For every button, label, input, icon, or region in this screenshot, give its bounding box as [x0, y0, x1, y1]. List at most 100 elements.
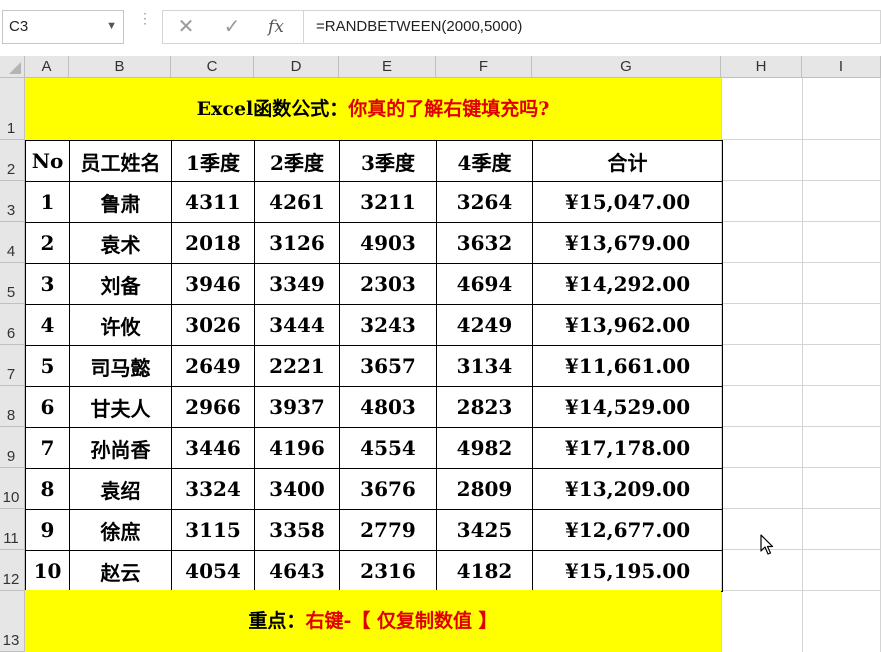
row-header-1[interactable]: 1 [0, 78, 25, 140]
column-header-h[interactable]: H [721, 56, 802, 78]
table-cell[interactable]: 3446 [172, 428, 255, 469]
table-cell[interactable]: 袁绍 [70, 469, 172, 510]
title-banner[interactable]: Excel函数公式：你真的了解右键填充吗? [25, 78, 721, 140]
table-cell[interactable]: 4803 [340, 387, 437, 428]
table-cell[interactable]: 1 [26, 182, 70, 223]
row-header-12[interactable]: 12 [0, 550, 25, 591]
table-cell[interactable]: 10 [26, 551, 70, 592]
header-cell[interactable]: 员工姓名 [70, 141, 172, 182]
header-cell[interactable]: No [26, 141, 70, 182]
table-cell[interactable]: 刘备 [70, 264, 172, 305]
table-cell[interactable]: ¥14,529.00 [533, 387, 723, 428]
table-cell[interactable]: 3026 [172, 305, 255, 346]
table-cell[interactable]: 4249 [437, 305, 533, 346]
table-cell[interactable]: 3243 [340, 305, 437, 346]
table-cell[interactable]: 6 [26, 387, 70, 428]
enter-icon[interactable]: ✓ [215, 14, 249, 40]
table-cell[interactable]: 3349 [255, 264, 340, 305]
row-header-8[interactable]: 8 [0, 386, 25, 427]
table-cell[interactable]: 4261 [255, 182, 340, 223]
table-cell[interactable]: 3425 [437, 510, 533, 551]
header-cell[interactable]: 1季度 [172, 141, 255, 182]
row-header-13[interactable]: 13 [0, 591, 25, 652]
row-header-11[interactable]: 11 [0, 509, 25, 550]
table-cell[interactable]: 4054 [172, 551, 255, 592]
table-cell[interactable]: 2779 [340, 510, 437, 551]
table-cell[interactable]: ¥13,962.00 [533, 305, 723, 346]
table-cell[interactable]: 孙尚香 [70, 428, 172, 469]
table-cell[interactable]: 4903 [340, 223, 437, 264]
table-cell[interactable]: 5 [26, 346, 70, 387]
table-cell[interactable]: 4694 [437, 264, 533, 305]
column-header-c[interactable]: C [171, 56, 254, 78]
row-header-6[interactable]: 6 [0, 304, 25, 345]
table-cell[interactable]: 4182 [437, 551, 533, 592]
formula-input[interactable]: =RANDBETWEEN(2000,5000) [304, 10, 881, 44]
table-cell[interactable]: ¥11,661.00 [533, 346, 723, 387]
table-cell[interactable]: 3264 [437, 182, 533, 223]
table-cell[interactable]: 3211 [340, 182, 437, 223]
table-cell[interactable]: ¥13,679.00 [533, 223, 723, 264]
formula-text[interactable]: =RANDBETWEEN(2000,5000) [316, 18, 522, 35]
name-box[interactable]: C3 ▼ [2, 10, 124, 44]
row-header-3[interactable]: 3 [0, 181, 25, 222]
table-cell[interactable]: 3115 [172, 510, 255, 551]
select-all-icon[interactable] [9, 62, 21, 74]
table-cell[interactable]: 司马懿 [70, 346, 172, 387]
table-cell[interactable]: 袁术 [70, 223, 172, 264]
column-header-a[interactable]: A [25, 56, 69, 78]
table-cell[interactable]: 4643 [255, 551, 340, 592]
table-cell[interactable]: 2966 [172, 387, 255, 428]
table-cell[interactable]: 3324 [172, 469, 255, 510]
table-cell[interactable]: 4311 [172, 182, 255, 223]
cancel-icon[interactable]: ✕ [169, 14, 203, 40]
table-cell[interactable]: 3358 [255, 510, 340, 551]
column-header-b[interactable]: B [69, 56, 171, 78]
table-cell[interactable]: 2221 [255, 346, 340, 387]
row-header-7[interactable]: 7 [0, 345, 25, 386]
header-cell[interactable]: 3季度 [340, 141, 437, 182]
table-cell[interactable]: 2823 [437, 387, 533, 428]
select-all-corner[interactable] [0, 56, 25, 78]
table-cell[interactable]: 3632 [437, 223, 533, 264]
table-cell[interactable]: 4 [26, 305, 70, 346]
table-cell[interactable]: 2809 [437, 469, 533, 510]
table-cell[interactable]: 4982 [437, 428, 533, 469]
table-cell[interactable]: 7 [26, 428, 70, 469]
row-header-10[interactable]: 10 [0, 468, 25, 509]
table-cell[interactable]: 3400 [255, 469, 340, 510]
table-cell[interactable]: 3 [26, 264, 70, 305]
table-cell[interactable]: 徐庶 [70, 510, 172, 551]
table-cell[interactable]: 2018 [172, 223, 255, 264]
table-cell[interactable]: 9 [26, 510, 70, 551]
table-cell[interactable]: 2649 [172, 346, 255, 387]
table-cell[interactable]: ¥15,195.00 [533, 551, 723, 592]
table-cell[interactable]: 3937 [255, 387, 340, 428]
table-cell[interactable]: 2316 [340, 551, 437, 592]
table-cell[interactable]: 鲁肃 [70, 182, 172, 223]
table-cell[interactable]: 2 [26, 223, 70, 264]
table-cell[interactable]: ¥15,047.00 [533, 182, 723, 223]
column-header-e[interactable]: E [339, 56, 436, 78]
table-cell[interactable]: 3126 [255, 223, 340, 264]
header-cell[interactable]: 4季度 [437, 141, 533, 182]
table-cell[interactable]: 许攸 [70, 305, 172, 346]
column-header-g[interactable]: G [532, 56, 721, 78]
table-cell[interactable]: ¥13,209.00 [533, 469, 723, 510]
table-cell[interactable]: 甘夫人 [70, 387, 172, 428]
table-cell[interactable]: ¥12,677.00 [533, 510, 723, 551]
insert-function-icon[interactable]: fx [259, 14, 293, 40]
table-cell[interactable]: 赵云 [70, 551, 172, 592]
row-header-9[interactable]: 9 [0, 427, 25, 468]
table-cell[interactable]: 4554 [340, 428, 437, 469]
row-header-2[interactable]: 2 [0, 140, 25, 181]
row-header-5[interactable]: 5 [0, 263, 25, 304]
table-cell[interactable]: ¥14,292.00 [533, 264, 723, 305]
footer-banner[interactable]: 重点：右键-【 仅复制数值 】 [25, 590, 721, 652]
table-cell[interactable]: 3657 [340, 346, 437, 387]
row-header-4[interactable]: 4 [0, 222, 25, 263]
table-cell[interactable]: 3946 [172, 264, 255, 305]
table-cell[interactable]: 8 [26, 469, 70, 510]
table-cell[interactable]: 3134 [437, 346, 533, 387]
column-header-d[interactable]: D [254, 56, 339, 78]
